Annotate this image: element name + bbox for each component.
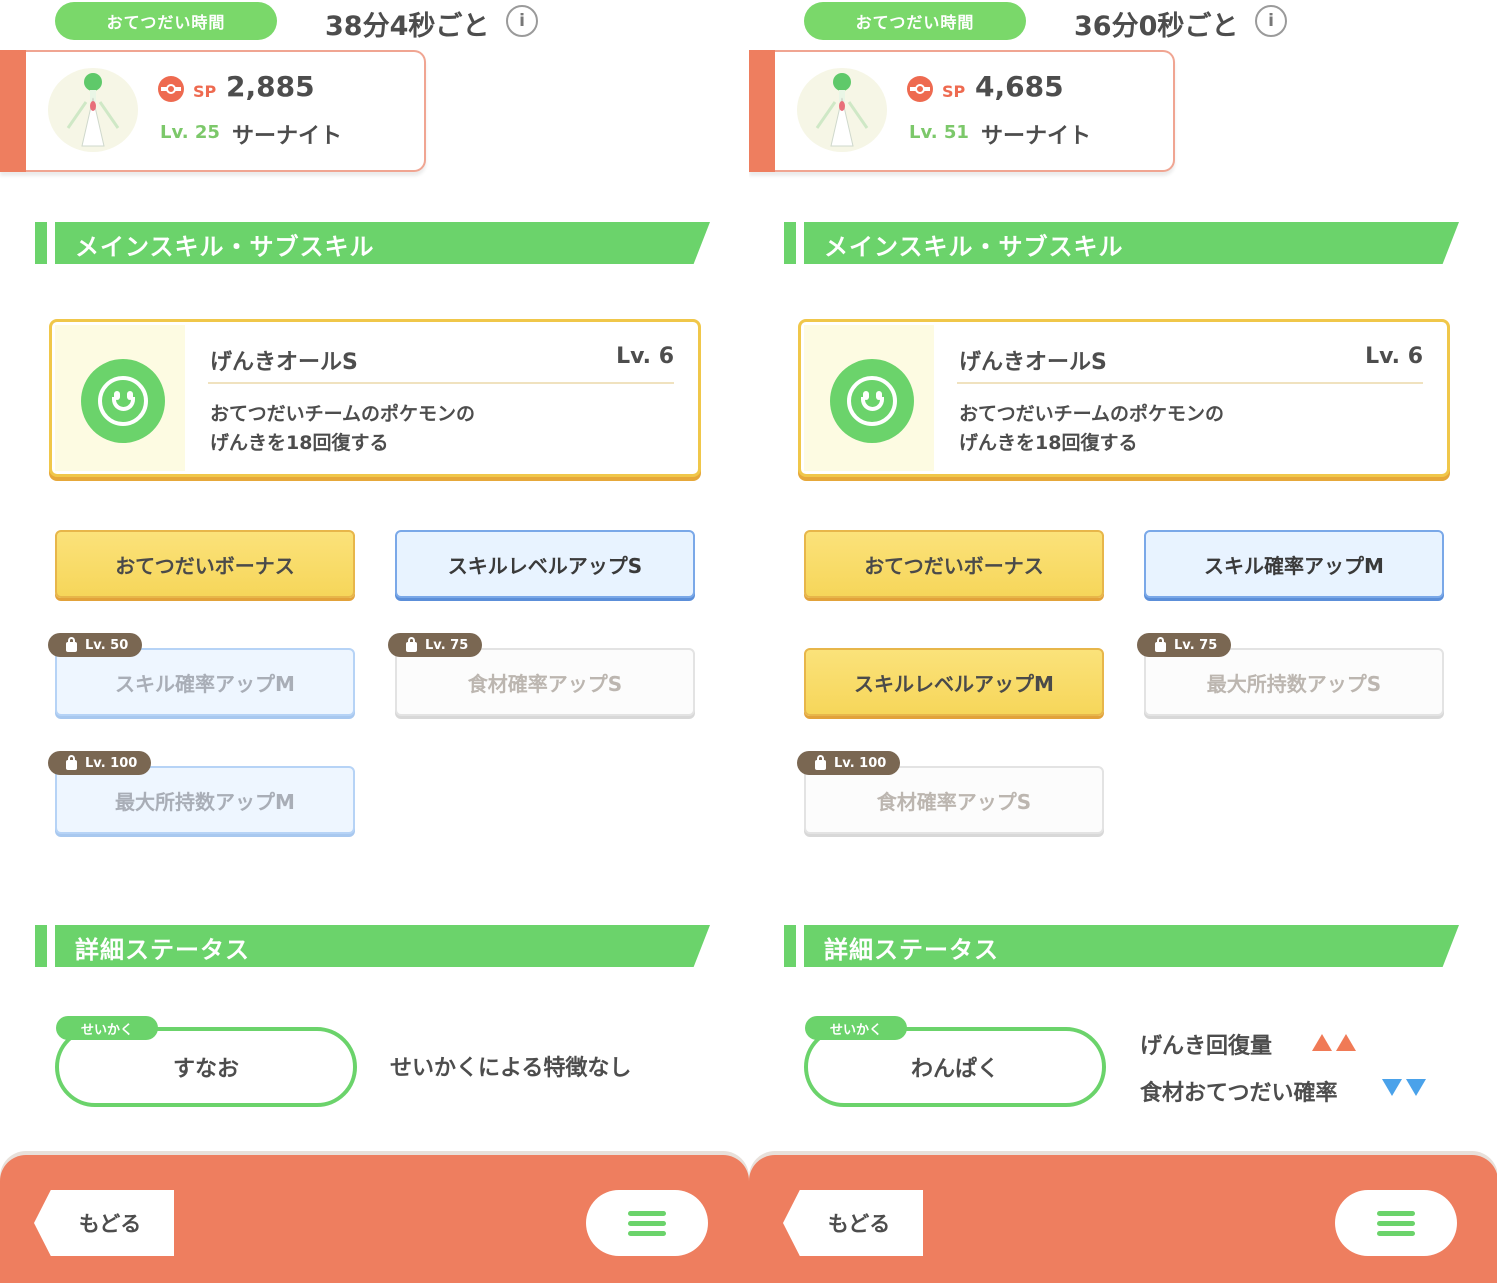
sub-skill-button[interactable]: スキルレベルアップM (804, 648, 1104, 716)
pokemon-card: SP 2,885 Lv. 25 サーナイト (0, 50, 426, 172)
card-accent-stripe (749, 50, 775, 172)
menu-button[interactable] (1335, 1190, 1457, 1256)
info-icon[interactable]: i (1255, 5, 1287, 37)
sub-skill-button-locked[interactable]: 最大所持数アップS (1144, 648, 1444, 716)
main-skill-name: げんきオールS (210, 350, 358, 375)
divider (957, 382, 1423, 384)
left-panel: おてつだい時間 38分4秒ごと i SP 2,885 Lv. 25 サーナイト … (0, 0, 749, 1283)
sub-skill-button[interactable]: おてつだいボーナス (804, 530, 1104, 598)
main-skill-description: おてつだいチームのポケモンの げんきを18回復する (959, 403, 1225, 454)
section-title: 詳細ステータス (75, 936, 250, 964)
section-header-status: 詳細ステータス (784, 925, 1459, 967)
down-arrows-icon (1378, 1079, 1426, 1096)
menu-icon (628, 1211, 666, 1216)
section-header-status: 詳細ステータス (35, 925, 710, 967)
section-title: メインスキル・サブスキル (75, 233, 375, 261)
sub-skill-button[interactable]: スキルレベルアップS (395, 530, 695, 598)
main-skill-level: Lv. 6 (1365, 344, 1423, 369)
sp-value: 2,885 (226, 70, 315, 103)
pokemon-name: サーナイト (981, 124, 1092, 149)
lock-icon (815, 754, 826, 770)
main-skill-description: おてつだいチームのポケモンの げんきを18回復する (210, 403, 476, 454)
up-arrows-icon (1308, 1034, 1356, 1051)
sub-skill-button-locked[interactable]: 最大所持数アップM (55, 766, 355, 834)
lock-badge: Lv. 50 (48, 633, 143, 657)
main-skill-level: Lv. 6 (616, 344, 674, 369)
nature-effect-down: 食材おてつだい確率 (1140, 1081, 1338, 1106)
sub-skill-button[interactable]: おてつだいボーナス (55, 530, 355, 598)
back-button[interactable]: もどる (34, 1190, 174, 1256)
help-time-label: おてつだい時間 (804, 2, 1026, 40)
info-icon[interactable]: i (506, 5, 538, 37)
sp-icon (158, 76, 184, 102)
main-skill-card[interactable]: げんきオールS Lv. 6 おてつだいチームのポケモンの げんきを18回復する (798, 319, 1450, 477)
help-time-label: おてつだい時間 (55, 2, 277, 40)
lock-icon (1155, 636, 1166, 652)
divider (208, 382, 674, 384)
sp-label: SP (942, 82, 966, 101)
nature-tag: せいかく (805, 1016, 907, 1040)
help-time-value: 36分0秒ごと (1074, 11, 1239, 42)
sub-skill-button-locked[interactable]: 食材確率アップS (395, 648, 695, 716)
lock-badge: Lv. 100 (48, 751, 152, 775)
section-header-skills: メインスキル・サブスキル (35, 222, 710, 264)
lock-badge: Lv. 75 (1137, 633, 1232, 657)
sp-icon (907, 76, 933, 102)
sub-skill-button-locked[interactable]: スキル確率アップM (55, 648, 355, 716)
lock-icon (406, 636, 417, 652)
bottom-bar: もどる (0, 1155, 749, 1283)
nature-tag: せいかく (56, 1016, 158, 1040)
bottom-bar: もどる (749, 1155, 1497, 1283)
lock-icon (66, 636, 77, 652)
pokemon-avatar (797, 68, 887, 152)
section-header-skills: メインスキル・サブスキル (784, 222, 1459, 264)
pokemon-avatar (48, 68, 138, 152)
nature-effect-up: げんき回復量 (1140, 1034, 1273, 1059)
lock-badge: Lv. 75 (388, 633, 483, 657)
lock-badge: Lv. 100 (797, 751, 901, 775)
lock-icon (66, 754, 77, 770)
pokemon-name: サーナイト (232, 124, 343, 149)
section-title: メインスキル・サブスキル (824, 233, 1124, 261)
main-skill-card[interactable]: げんきオールS Lv. 6 おてつだいチームのポケモンの げんきを18回復する (49, 319, 701, 477)
section-title: 詳細ステータス (824, 936, 999, 964)
nature-effect: せいかくによる特徴なし (390, 1056, 632, 1081)
card-accent-stripe (0, 50, 26, 172)
main-skill-name: げんきオールS (959, 350, 1107, 375)
smile-icon (830, 359, 914, 443)
menu-icon (1377, 1211, 1415, 1216)
pokemon-level: Lv. 51 (909, 122, 969, 143)
pokemon-card: SP 4,685 Lv. 51 サーナイト (749, 50, 1175, 172)
pokemon-level: Lv. 25 (160, 122, 220, 143)
sub-skill-button-locked[interactable]: 食材確率アップS (804, 766, 1104, 834)
sp-label: SP (193, 82, 217, 101)
back-button[interactable]: もどる (783, 1190, 923, 1256)
smile-icon (81, 359, 165, 443)
sub-skill-button[interactable]: スキル確率アップM (1144, 530, 1444, 598)
help-time-value: 38分4秒ごと (325, 11, 490, 42)
menu-button[interactable] (586, 1190, 708, 1256)
sp-value: 4,685 (975, 70, 1064, 103)
